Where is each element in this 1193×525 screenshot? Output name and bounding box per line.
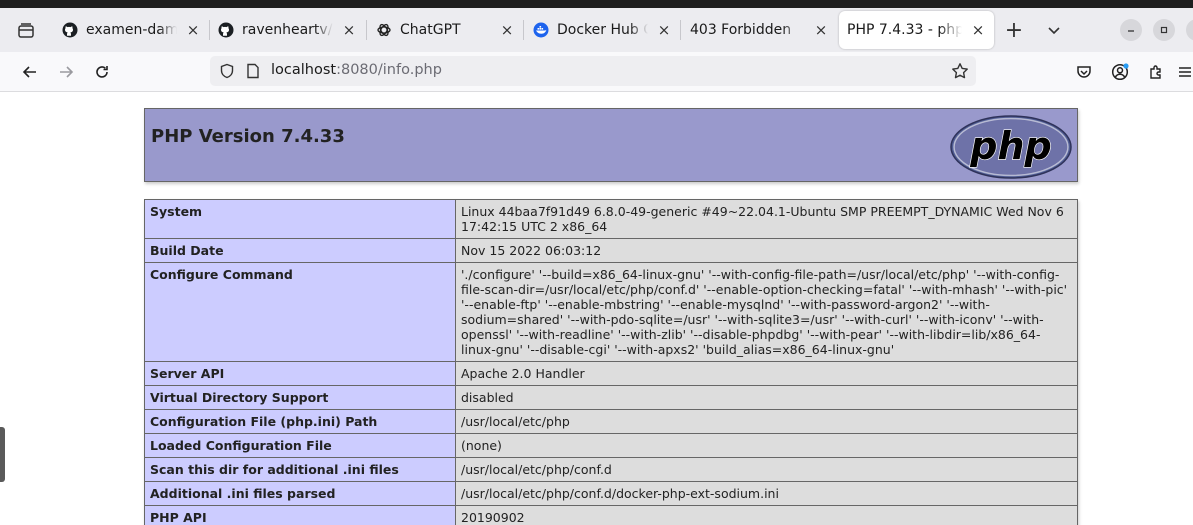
- tab-separator: [366, 20, 367, 40]
- tab-list-button[interactable]: [10, 16, 42, 46]
- window-left-edge: [0, 92, 5, 525]
- table-row: Build Date Nov 15 2022 06:03:12: [144, 238, 1078, 263]
- hamburger-menu-icon: [1178, 67, 1191, 77]
- close-icon[interactable]: ×: [185, 21, 201, 39]
- row-key: Configuration File (php.ini) Path: [144, 409, 456, 434]
- tab-separator: [523, 20, 524, 40]
- restore-icon: [1160, 26, 1168, 34]
- tab-label: Docker Hub Co: [557, 22, 648, 38]
- row-value: Apache 2.0 Handler: [455, 361, 1078, 386]
- row-key: PHP API: [144, 505, 456, 525]
- plus-icon: +: [1004, 17, 1024, 43]
- menu-button[interactable]: [1176, 58, 1193, 86]
- tab-label: ravenheartv/dc: [242, 22, 333, 38]
- tab-chatgpt[interactable]: ChatGPT ×: [368, 10, 523, 50]
- minimize-button[interactable]: [1120, 19, 1142, 41]
- row-key: Build Date: [144, 238, 456, 263]
- new-tab-button[interactable]: +: [1002, 16, 1026, 44]
- close-icon[interactable]: ×: [813, 21, 829, 39]
- chevron-down-icon: [1048, 27, 1060, 35]
- minimize-icon: [1128, 30, 1134, 32]
- table-row: Scan this dir for additional .ini files …: [144, 457, 1078, 482]
- table-row: Additional .ini files parsed /usr/local/…: [144, 481, 1078, 506]
- tab-list-icon: [18, 23, 34, 38]
- extensions-button[interactable]: [1142, 58, 1170, 86]
- tab-label: 403 Forbidden: [690, 22, 792, 38]
- close-window-button[interactable]: [1186, 19, 1193, 41]
- table-row: Configure Command './configure' '--build…: [144, 262, 1078, 362]
- navigation-bar: localhost:8080/info.php: [0, 52, 1193, 92]
- php-logo-text: php: [969, 124, 1051, 168]
- table-row: PHP API 20190902: [144, 505, 1078, 525]
- url-bar[interactable]: localhost:8080/info.php: [210, 56, 976, 86]
- php-logo: php: [950, 115, 1072, 179]
- url-text[interactable]: localhost:8080/info.php: [271, 62, 442, 78]
- tab-separator: [680, 20, 681, 40]
- row-value: /usr/local/etc/php/conf.d: [455, 457, 1078, 482]
- row-key: Configure Command: [144, 262, 456, 362]
- page-title: PHP Version 7.4.33: [151, 126, 345, 147]
- close-icon[interactable]: ×: [970, 21, 986, 39]
- row-value: Nov 15 2022 06:03:12: [455, 238, 1078, 263]
- reload-button[interactable]: [88, 58, 116, 86]
- tab-403[interactable]: 403 Forbidden ×: [682, 10, 837, 50]
- shield-icon[interactable]: [218, 62, 236, 80]
- page-content: PHP Version 7.4.33 php System Linux 44ba…: [0, 92, 1193, 525]
- restore-button[interactable]: [1153, 19, 1175, 41]
- row-value: 20190902: [455, 505, 1078, 525]
- url-path: :8080/info.php: [336, 62, 442, 78]
- table-row: System Linux 44baa7f91d49 6.8.0-49-gener…: [144, 199, 1078, 239]
- url-host: localhost: [271, 62, 337, 78]
- page-icon[interactable]: [245, 63, 261, 79]
- table-row: Virtual Directory Support disabled: [144, 385, 1078, 410]
- row-key: Scan this dir for additional .ini files: [144, 457, 456, 482]
- arrow-right-icon: [60, 66, 74, 78]
- github-icon: [62, 22, 78, 38]
- row-key: Additional .ini files parsed: [144, 481, 456, 506]
- close-icon[interactable]: ×: [341, 21, 357, 39]
- list-all-tabs-button[interactable]: [1042, 16, 1066, 44]
- docker-icon: [533, 22, 549, 38]
- tab-phpinfo[interactable]: PHP 7.4.33 - phpin ×: [839, 11, 994, 49]
- row-key: Virtual Directory Support: [144, 385, 456, 410]
- table-row: Configuration File (php.ini) Path /usr/l…: [144, 409, 1078, 434]
- row-key: Server API: [144, 361, 456, 386]
- tab-examen[interactable]: examen-dam2- ×: [54, 10, 209, 50]
- tab-dockerhub[interactable]: Docker Hub Co ×: [525, 10, 680, 50]
- tab-ravenheart[interactable]: ravenheartv/dc ×: [210, 10, 365, 50]
- bookmark-star-icon[interactable]: [950, 61, 970, 81]
- back-button[interactable]: [16, 58, 44, 86]
- row-value: /usr/local/etc/php: [455, 409, 1078, 434]
- close-icon[interactable]: ×: [499, 21, 515, 39]
- row-value: disabled: [455, 385, 1078, 410]
- row-value: './configure' '--build=x86_64-linux-gnu'…: [455, 262, 1078, 362]
- tab-strip: examen-dam2- × ravenheartv/dc × ChatGPT …: [0, 0, 1193, 52]
- row-value: (none): [455, 433, 1078, 458]
- tab-label: PHP 7.4.33 - phpin: [847, 22, 962, 38]
- puzzle-icon: [1150, 65, 1161, 79]
- chatgpt-icon: [376, 22, 392, 38]
- php-version-header: PHP Version 7.4.33 php: [144, 108, 1078, 182]
- row-value: /usr/local/etc/php/conf.d/docker-php-ext…: [455, 481, 1078, 506]
- table-row: Loaded Configuration File (none): [144, 433, 1078, 458]
- dock-handle: [0, 427, 5, 482]
- row-key: Loaded Configuration File: [144, 433, 456, 458]
- close-icon[interactable]: ×: [656, 21, 672, 39]
- reload-icon: [96, 66, 108, 78]
- arrow-left-icon: [22, 66, 36, 78]
- pocket-button[interactable]: [1070, 58, 1098, 86]
- row-value: Linux 44baa7f91d49 6.8.0-49-generic #49~…: [455, 199, 1078, 239]
- account-icon: [1111, 63, 1129, 81]
- row-key: System: [144, 199, 456, 239]
- forward-button[interactable]: [52, 58, 80, 86]
- info-table: System Linux 44baa7f91d49 6.8.0-49-gener…: [144, 199, 1078, 525]
- tab-label: examen-dam2-: [86, 22, 177, 38]
- pocket-icon: [1077, 66, 1091, 78]
- tab-label: ChatGPT: [400, 22, 461, 38]
- account-button[interactable]: [1106, 58, 1134, 86]
- github-icon: [218, 22, 234, 38]
- table-row: Server API Apache 2.0 Handler: [144, 361, 1078, 386]
